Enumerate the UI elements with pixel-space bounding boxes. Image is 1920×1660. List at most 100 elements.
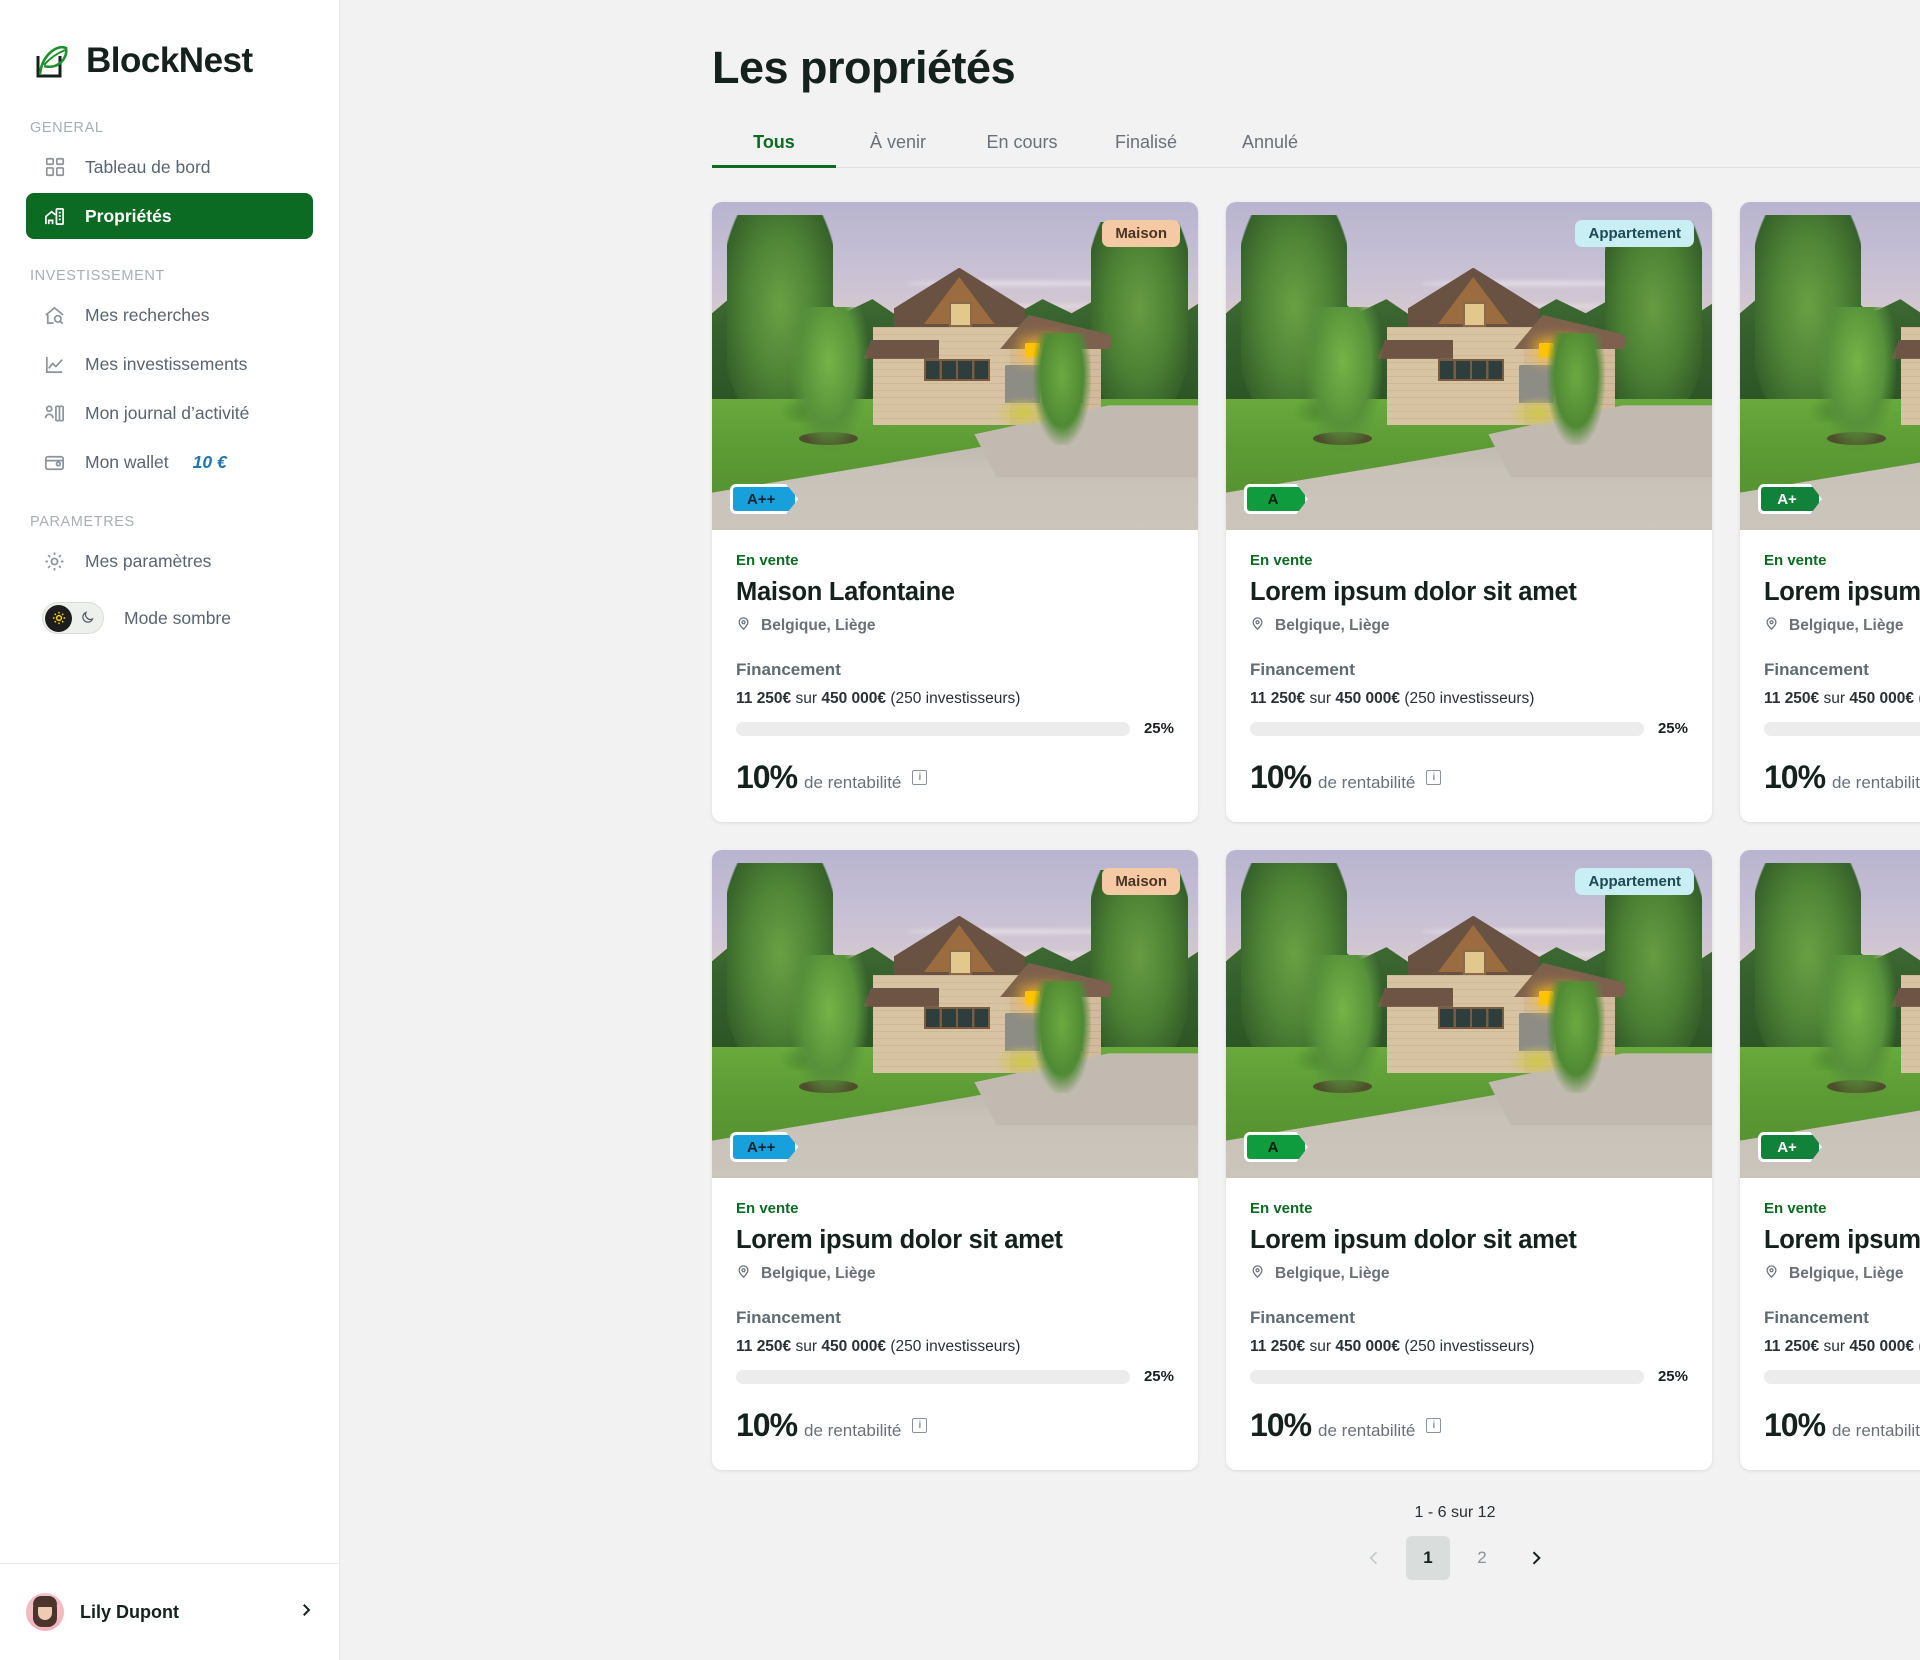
sidebar-item-label: Mes investissements: [85, 353, 248, 374]
property-type-badge: Maison: [1102, 220, 1180, 247]
chevron-right-icon[interactable]: [297, 1599, 315, 1625]
chart-line-icon: [42, 352, 67, 377]
property-details: En vente Lorem ipsum dolor sit amet Belg…: [1226, 1178, 1712, 1470]
properties-grid: Maison A++ En vente Maison Lafontaine Be…: [712, 202, 1920, 1470]
property-image: Terrain A+: [1740, 202, 1920, 530]
yield-label: de rentabilité: [1832, 1421, 1920, 1440]
property-card-5[interactable]: Appartement A En vente Lorem ipsum dolor…: [1226, 850, 1712, 1470]
sur-word: sur: [1823, 1338, 1846, 1355]
sidebar-item-mon-wallet[interactable]: Mon wallet 10 €: [26, 439, 313, 485]
sidebar-item-mes-recherches[interactable]: Mes recherches: [26, 292, 313, 338]
sidebar-item-proprietes[interactable]: Propriétés: [26, 193, 313, 239]
progress-row: 25%: [736, 720, 1174, 737]
nav-group-investissement: INVESTISSEMENT Mes recherches Mes invest…: [0, 268, 339, 488]
nav-section-title-investissement: INVESTISSEMENT: [30, 268, 165, 284]
dark-mode-toggle[interactable]: [42, 602, 104, 634]
amount-goal: 450 000€: [1335, 690, 1401, 707]
property-image: Appartement A: [1226, 850, 1712, 1178]
property-type-badge: Appartement: [1575, 220, 1694, 247]
location-text: Belgique, Liège: [1789, 1265, 1904, 1282]
property-title: Lorem ipsum dolor sit amet: [1250, 578, 1577, 606]
tab-finalise[interactable]: Finalisé: [1084, 132, 1208, 167]
property-card-1[interactable]: Maison A++ En vente Maison Lafontaine Be…: [712, 202, 1198, 822]
location-pin-icon: [1250, 616, 1265, 636]
yield-label: de rentabilité: [1318, 1421, 1416, 1440]
amount-goal: 450 000€: [1849, 1338, 1915, 1355]
gear-icon: [42, 549, 67, 574]
info-icon[interactable]: i: [1426, 770, 1442, 785]
yield-row: 10% de rentabilité i: [1764, 759, 1920, 796]
location-pin-icon: [736, 616, 751, 636]
property-card-6[interactable]: Terrain A+ En vente Lorem ipsum dolor si…: [1740, 850, 1920, 1470]
property-card-2[interactable]: Appartement A En vente Lorem ipsum dolor…: [1226, 202, 1712, 822]
yield-value: 10%: [1764, 1407, 1826, 1443]
sur-word: sur: [795, 690, 818, 707]
yield-row: 10% de rentabilité i: [736, 1407, 1174, 1444]
status-badge: En vente: [1764, 1200, 1827, 1217]
property-card-4[interactable]: Maison A++ En vente Lorem ipsum dolor si…: [712, 850, 1198, 1470]
tab-a-venir[interactable]: À venir: [836, 132, 960, 167]
tab-tous[interactable]: Tous: [712, 132, 836, 168]
yield-value: 10%: [736, 759, 798, 795]
chevron-right-icon[interactable]: [1514, 1536, 1558, 1580]
yield-row: 10% de rentabilité i: [1250, 759, 1688, 796]
progress-bar: [1250, 721, 1644, 736]
house-search-icon: [42, 303, 67, 328]
financement-label: Financement: [1764, 1308, 1869, 1327]
amount-raised: 11 250€: [1250, 690, 1306, 707]
status-badge: En vente: [1250, 552, 1313, 569]
progress-row: 25%: [1764, 720, 1920, 737]
property-type-badge: Maison: [1102, 868, 1180, 895]
property-card-3[interactable]: Terrain A+ En vente Lorem ipsum dolor si…: [1740, 202, 1920, 822]
progress-percent: 25%: [1657, 720, 1688, 737]
chevron-left-icon[interactable]: [1352, 1536, 1396, 1580]
brand[interactable]: BlockNest: [0, 0, 339, 96]
sidebar-item-tableau-de-bord[interactable]: Tableau de bord: [26, 144, 313, 190]
sidebar: BlockNest GENERAL Tableau de bord Propri…: [0, 0, 340, 1660]
yield-value: 10%: [736, 1407, 798, 1443]
moon-icon: [80, 610, 95, 628]
info-icon[interactable]: i: [912, 1418, 928, 1433]
tab-annule[interactable]: Annulé: [1208, 132, 1332, 167]
tab-en-cours[interactable]: En cours: [960, 132, 1084, 167]
financement-label: Financement: [1250, 660, 1355, 679]
property-title: Lorem ipsum dolor sit amet: [1764, 578, 1920, 606]
location-pin-icon: [1764, 1264, 1779, 1284]
sidebar-item-label: Propriétés: [85, 205, 172, 226]
sidebar-item-label: Mon journal d’activité: [85, 402, 250, 423]
amount-raised: 11 250€: [736, 690, 792, 707]
yield-row: 10% de rentabilité i: [1764, 1407, 1920, 1444]
status-badge: En vente: [736, 552, 799, 569]
house-illustration: [712, 202, 1198, 530]
info-icon[interactable]: i: [912, 770, 928, 785]
yield-value: 10%: [1250, 1407, 1312, 1443]
progress-bar: [1764, 721, 1920, 736]
property-details: En vente Maison Lafontaine Belgique, Liè…: [712, 530, 1198, 822]
sidebar-item-mes-parametres[interactable]: Mes paramètres: [26, 538, 313, 584]
property-location: Belgique, Liège: [736, 616, 1174, 636]
page-1-button[interactable]: 1: [1406, 1536, 1450, 1580]
yield-label: de rentabilité: [1318, 773, 1416, 792]
dashboard-icon: [42, 155, 67, 180]
financement-amounts: 11 250€ sur 450 000€ (250 investisseurs): [736, 690, 1174, 708]
info-icon[interactable]: i: [1426, 1418, 1442, 1433]
property-image: Maison A++: [712, 850, 1198, 1178]
progress-row: 25%: [1250, 1368, 1688, 1385]
sidebar-item-label: Mes paramètres: [85, 550, 212, 571]
financement-label: Financement: [736, 660, 841, 679]
progress-bar: [1764, 1369, 1920, 1384]
dark-mode-row[interactable]: Mode sombre: [26, 594, 313, 642]
location-text: Belgique, Liège: [1275, 1265, 1390, 1282]
sidebar-item-mon-journal-dactivite[interactable]: Mon journal d’activité: [26, 390, 313, 436]
sidebar-item-mes-investissements[interactable]: Mes investissements: [26, 341, 313, 387]
page-2-button[interactable]: 2: [1460, 1536, 1504, 1580]
amount-goal: 450 000€: [1335, 1338, 1401, 1355]
property-image: Appartement A: [1226, 202, 1712, 530]
nav-section-title-parametres: PARAMETRES: [30, 514, 135, 530]
page-title: Les propriétés: [712, 42, 1016, 93]
sidebar-item-label: Mes recherches: [85, 304, 210, 325]
property-image: Terrain A+: [1740, 850, 1920, 1178]
house-illustration: [1740, 850, 1920, 1178]
profile-row[interactable]: Lily Dupont: [0, 1564, 339, 1660]
filter-tabs: Tous À venir En cours Finalisé Annulé: [712, 132, 1920, 168]
